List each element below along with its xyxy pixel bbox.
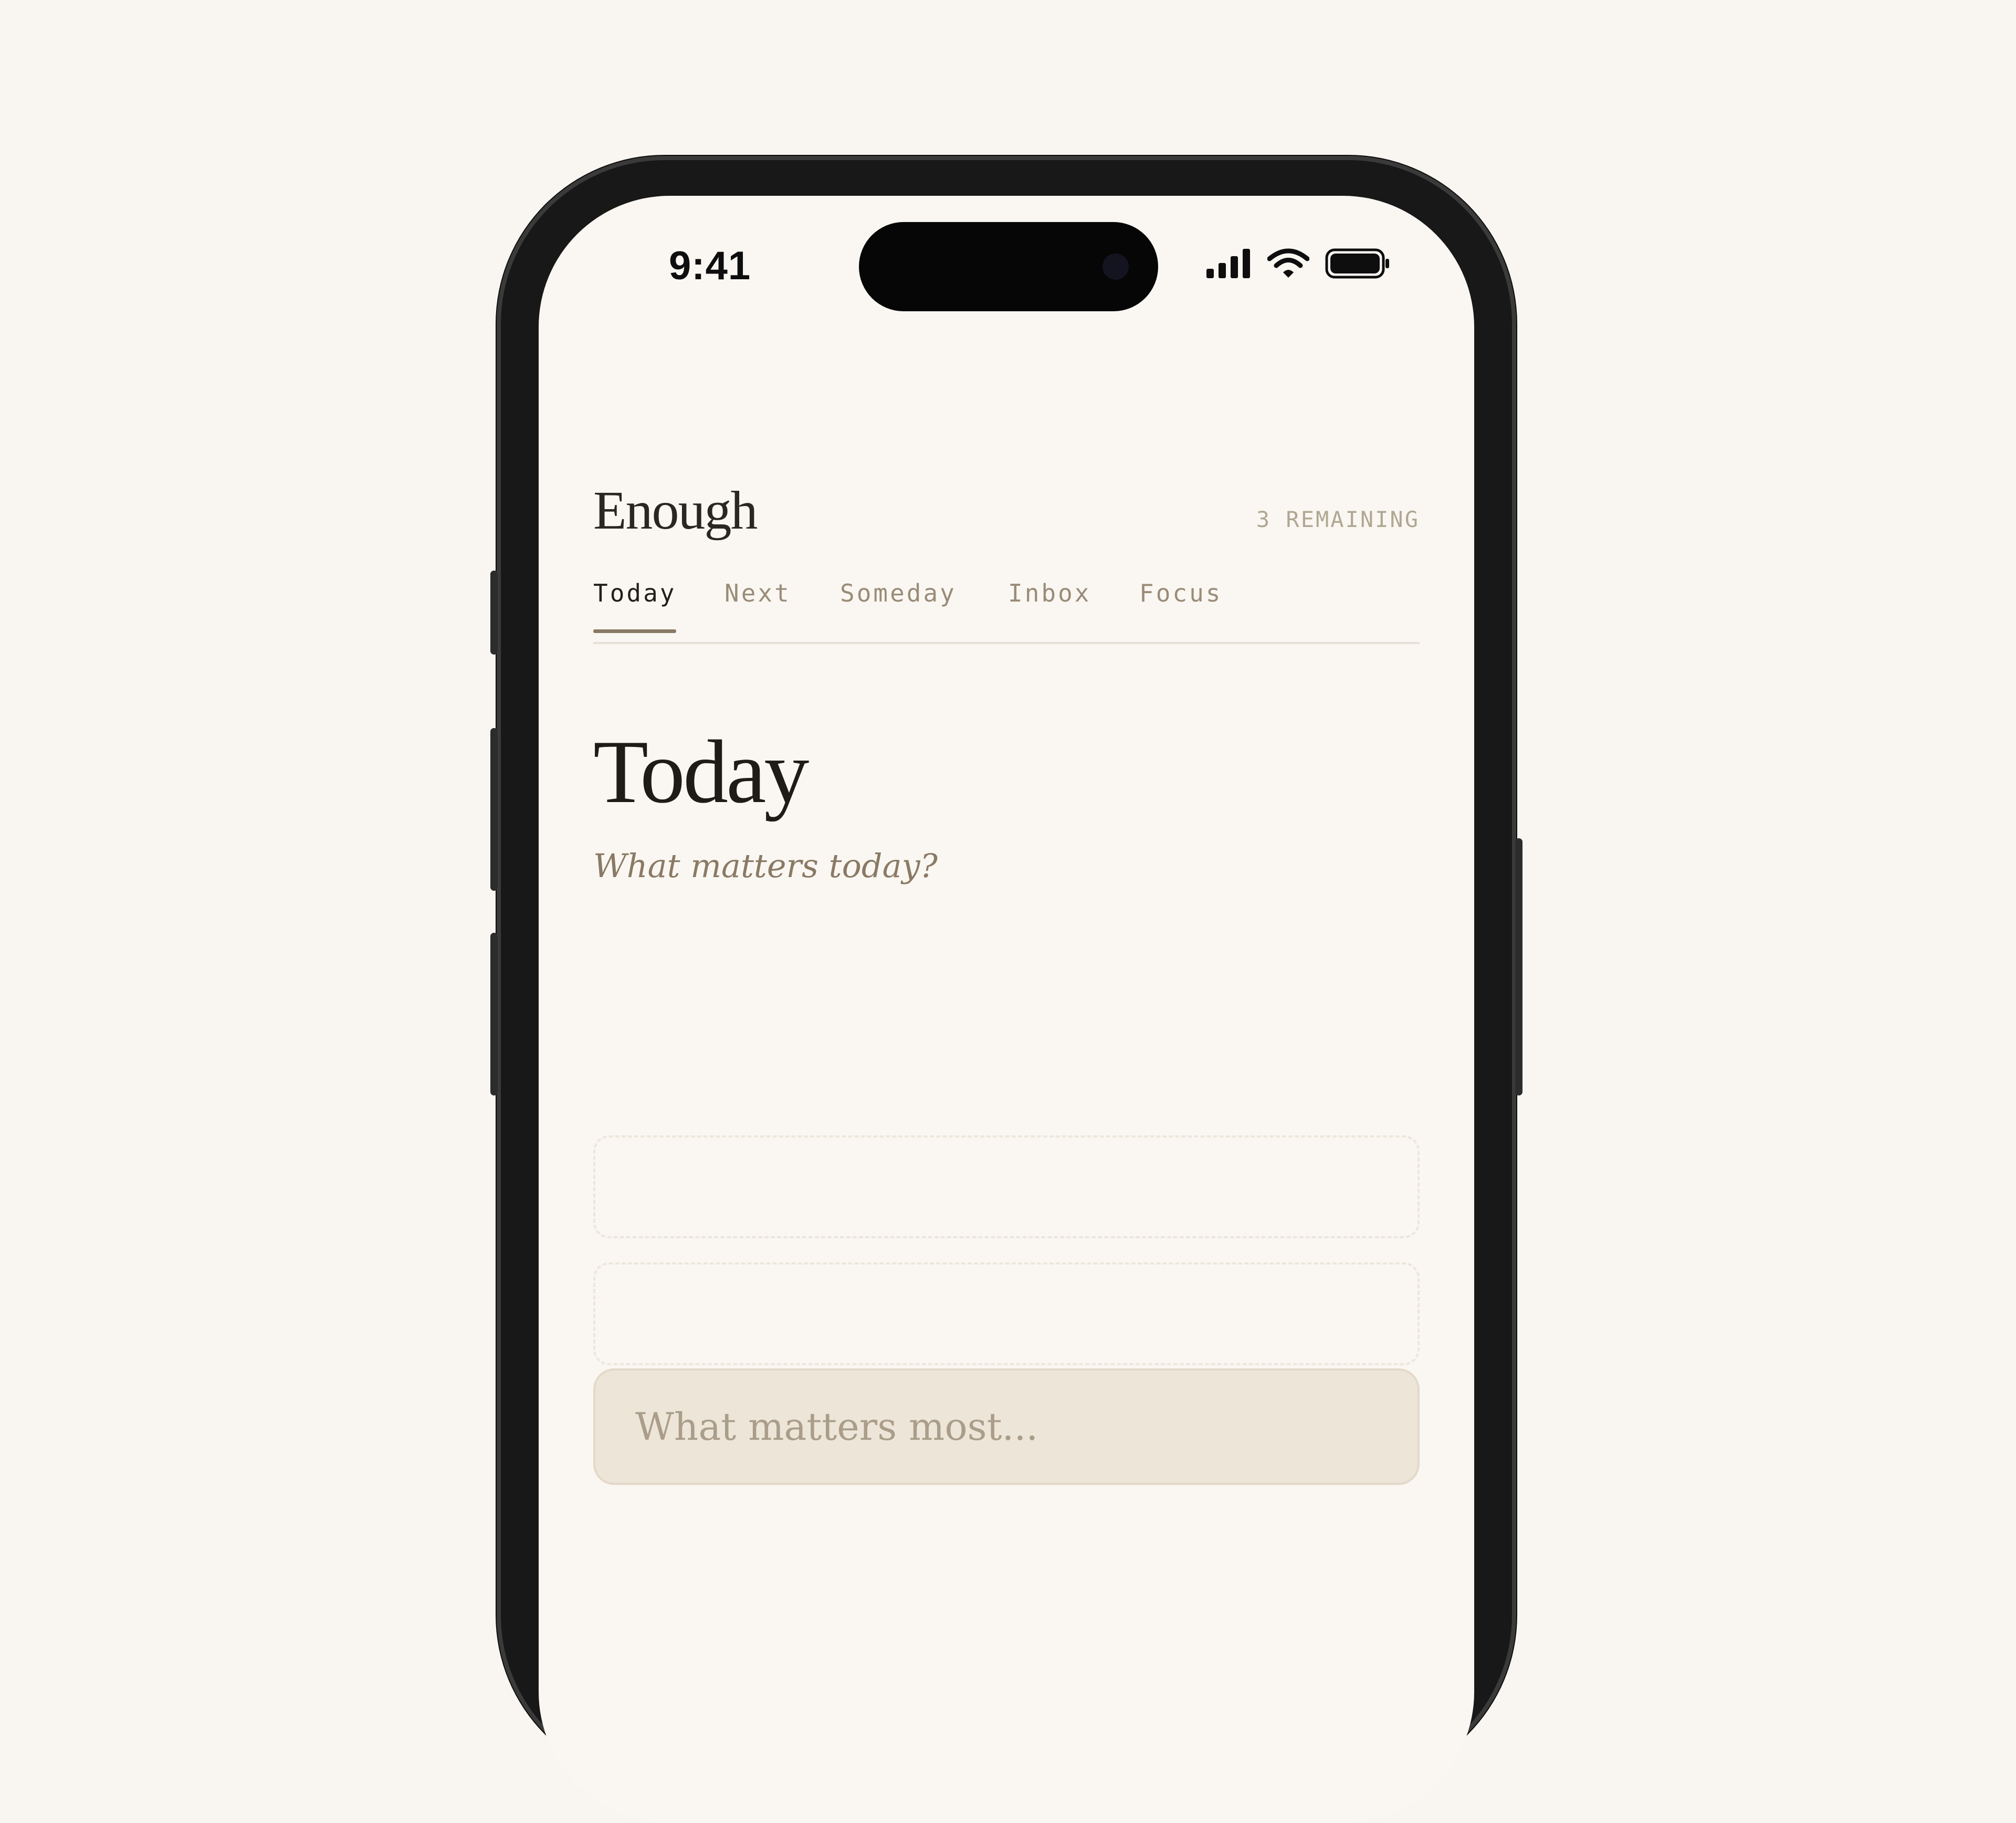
volume-up-button	[490, 728, 498, 891]
tab-focus[interactable]: Focus	[1139, 579, 1222, 607]
remaining-count: 3 REMAINING	[1256, 507, 1420, 532]
power-button	[1515, 838, 1522, 1095]
status-time: 9:41	[669, 244, 751, 288]
tab-someday[interactable]: Someday	[840, 579, 957, 607]
task-entry-input[interactable]	[593, 1368, 1420, 1485]
dynamic-island	[859, 222, 1158, 311]
wifi-icon	[1267, 248, 1309, 278]
phone-screen: 9:41 Enough 3 REMAINING Today Next Somed…	[539, 196, 1474, 1823]
page-title: Today	[593, 722, 809, 822]
tab-inbox[interactable]: Inbox	[1008, 579, 1091, 607]
cellular-signal-icon	[1206, 249, 1250, 278]
app-title: Enough	[593, 480, 758, 541]
battery-icon	[1325, 248, 1389, 279]
tab-next[interactable]: Next	[724, 579, 791, 607]
empty-task-slot[interactable]	[593, 1135, 1420, 1238]
phone-frame: 9:41 Enough 3 REMAINING Today Next Somed…	[490, 156, 1522, 1823]
camera-icon	[1102, 254, 1129, 280]
tab-bar: Today Next Someday Inbox Focus	[593, 579, 1420, 644]
page-subtitle: What matters today?	[593, 847, 938, 885]
volume-down-button	[490, 933, 498, 1095]
tab-today[interactable]: Today	[593, 579, 677, 633]
empty-task-slot-2[interactable]	[593, 1262, 1420, 1365]
action-button	[490, 571, 498, 655]
status-icons	[1206, 248, 1390, 279]
